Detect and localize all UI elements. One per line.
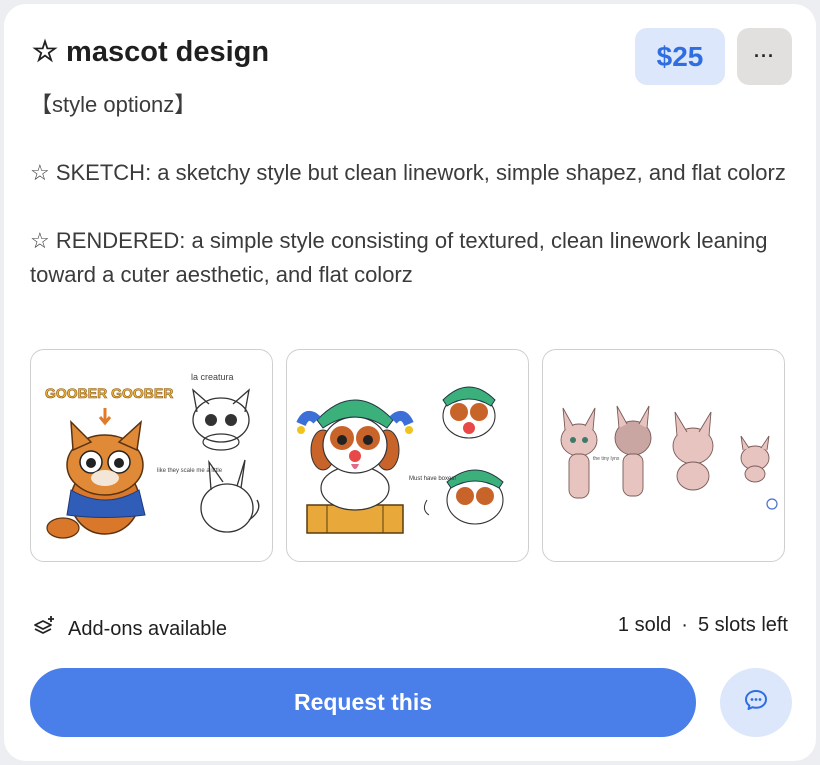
listing-description: 【style optionz】 ☆ SKETCH: a sketchy styl…	[30, 88, 800, 326]
price-badge: $25	[635, 28, 725, 85]
request-button[interactable]: Request this	[30, 668, 696, 737]
fox-note-side: like they scale me a little	[157, 468, 223, 474]
listing-title: ☆ mascot design	[32, 36, 270, 68]
lynx-note: the tiny lynx	[593, 456, 620, 462]
listing-card: ☆ mascot design $25 ··· 【style optionz】 …	[4, 4, 816, 761]
chat-bubble-icon	[743, 687, 769, 718]
message-button[interactable]	[720, 668, 792, 737]
availability-stats: 1 sold · 5 slots left	[618, 614, 788, 637]
fox-note-top: la creatura	[191, 372, 234, 382]
slots-left: 5 slots left	[697, 614, 788, 636]
addons-indicator: Add-ons available	[32, 614, 227, 644]
sketch-description: ☆ SKETCH: a sketchy style but clean line…	[30, 160, 786, 185]
addons-label: Add-ons available	[68, 617, 227, 640]
style-options-heading: 【style optionz】	[30, 92, 197, 117]
stats-separator: ·	[681, 614, 688, 636]
fox-title-text: GOOBER GOOBER	[45, 385, 173, 401]
gallery-image-fox[interactable]: GOOBER GOOBER la creatura like they scal…	[30, 349, 273, 562]
sold-count: 1 sold	[617, 614, 672, 636]
more-options-button[interactable]: ···	[737, 28, 792, 85]
gallery-image-lynx[interactable]: the tiny lynx	[542, 349, 785, 562]
gallery-image-jester-dog[interactable]: Must have boxes!	[286, 349, 529, 562]
dog-note: Must have boxes!	[409, 476, 456, 482]
layers-plus-icon	[32, 614, 56, 644]
rendered-description: ☆ RENDERED: a simple style consisting of…	[30, 228, 768, 287]
image-gallery: GOOBER GOOBER la creatura like they scal…	[30, 349, 785, 562]
